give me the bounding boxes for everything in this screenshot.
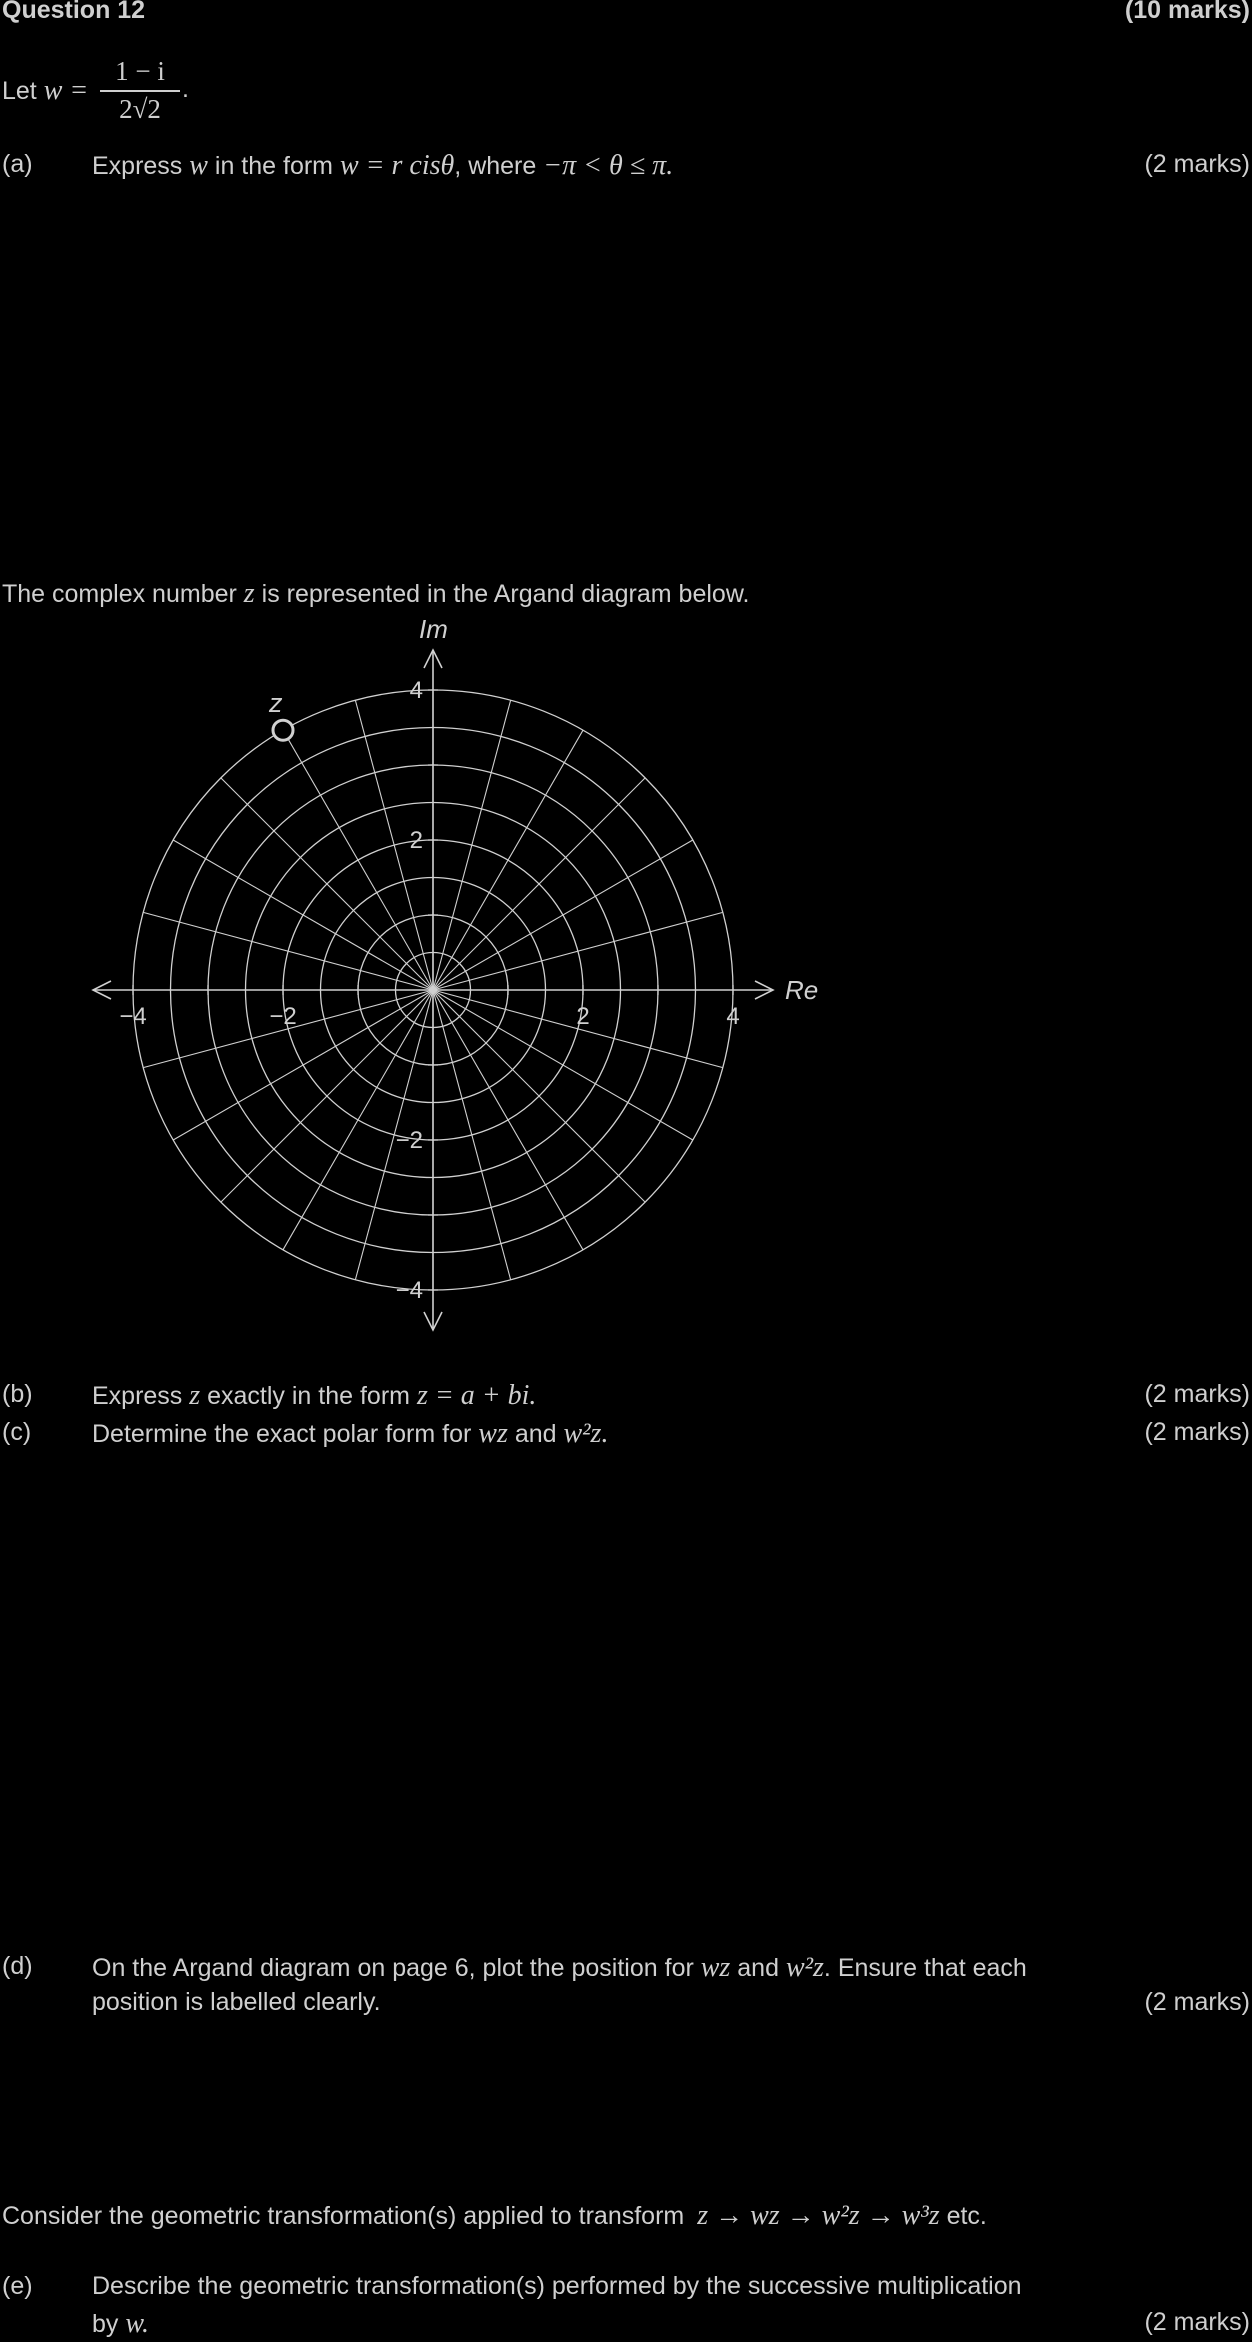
- y-tick-label: −4: [396, 1277, 423, 1304]
- transform-statement: Consider the geometric transformation(s)…: [2, 2200, 987, 2232]
- part-d-t2: and: [737, 1954, 779, 1982]
- grid-ray: [432, 777, 646, 991]
- part-b-v1: z: [189, 1380, 201, 1411]
- point-z-label: z: [268, 688, 283, 718]
- y-tick-label: 4: [410, 677, 423, 704]
- grid-ray: [282, 989, 434, 1251]
- grid-ray: [432, 989, 646, 1203]
- part-b-label: (b): [2, 1380, 33, 1408]
- grid-ray: [432, 989, 694, 1141]
- part-d-label: (d): [2, 1952, 33, 1980]
- y-tick-label: 2: [410, 827, 423, 854]
- part-e-line1: Describe the geometric transformation(s)…: [92, 2272, 1022, 2300]
- let-statement: Let w =: [2, 75, 88, 107]
- fraction-bar: [100, 90, 180, 92]
- part-e-line2: by w.: [92, 2308, 149, 2340]
- part-b-v2: z = a + bi.: [416, 1380, 537, 1411]
- part-b-marks: (2 marks): [1144, 1380, 1250, 1408]
- transform-t1: Consider the geometric transformation(s)…: [2, 2202, 685, 2230]
- real-axis-label: Re: [785, 975, 818, 1005]
- x-tick-label: 4: [726, 1003, 739, 1030]
- part-a-label: (a): [2, 150, 33, 178]
- axes: Re Im: [91, 614, 818, 1332]
- grid-ray: [143, 911, 434, 991]
- transform-t2: etc.: [946, 2202, 987, 2230]
- part-d-marks: (2 marks): [1144, 1988, 1250, 2016]
- part-c-marks: (2 marks): [1144, 1418, 1250, 1446]
- total-marks: (10 marks): [1124, 0, 1250, 24]
- part-a-v3: −π < θ ≤ π.: [543, 150, 674, 181]
- part-d-v2: w²z: [785, 1952, 824, 1983]
- w-variable: w =: [43, 75, 89, 106]
- part-b-text: Express z exactly in the form z = a + bi…: [92, 1380, 536, 1412]
- let-period: .: [182, 75, 189, 103]
- part-c-t2: and: [514, 1420, 557, 1448]
- let-prefix: Let: [2, 77, 37, 105]
- imag-axis-label: Im: [419, 614, 448, 644]
- grid-ray: [282, 729, 434, 991]
- part-a-marks: (2 marks): [1144, 150, 1250, 178]
- part-b-t2: exactly in the form: [207, 1382, 410, 1410]
- part-d-t1: On the Argand diagram on page 6, plot th…: [92, 1954, 694, 1982]
- part-c-t1: Determine the exact polar form for: [92, 1420, 472, 1448]
- part-a-v2: w = r cisθ: [339, 150, 455, 181]
- x-tick-label: 2: [576, 1003, 589, 1030]
- x-tick-label: −4: [119, 1003, 146, 1030]
- part-e-marks: (2 marks): [1144, 2308, 1250, 2336]
- fraction-numerator: 1 − i: [115, 56, 165, 86]
- part-a-t3: , where: [454, 152, 537, 180]
- part-c-v2: w²z.: [563, 1418, 609, 1449]
- point-z: [271, 718, 295, 742]
- part-c-v1: wz: [478, 1418, 508, 1449]
- part-b-t1: Express: [92, 1382, 183, 1410]
- part-a-t2: in the form: [214, 152, 334, 180]
- transform-v1: z → wz → w²z → w³z: [697, 2200, 940, 2231]
- grid-ray: [172, 989, 434, 1141]
- grid-ray: [432, 839, 694, 991]
- y-tick-label: −2: [396, 1127, 423, 1154]
- grid-ray: [172, 839, 434, 991]
- grid-ray: [220, 989, 434, 1203]
- part-a-text: Express w in the form w = r cisθ, where …: [92, 150, 673, 182]
- grid-ray: [432, 700, 512, 991]
- part-e-line2-t: by: [92, 2310, 119, 2338]
- part-c-label: (c): [2, 1418, 32, 1446]
- grid-ray: [432, 989, 512, 1280]
- part-a-v1: w: [189, 150, 208, 181]
- grid-ray: [432, 911, 723, 991]
- part-d-text: On the Argand diagram on page 6, plot th…: [92, 1952, 1027, 1984]
- grid-ray: [432, 989, 584, 1251]
- part-e-label: (e): [2, 2272, 33, 2300]
- plotted-points: z: [268, 688, 295, 742]
- part-d-t3: . Ensure that each: [823, 1954, 1027, 1982]
- part-e-line2-v: w.: [125, 2308, 149, 2339]
- grid-ray: [432, 729, 584, 991]
- w-fraction: 1 − i 2√2: [100, 56, 180, 125]
- part-c-text: Determine the exact polar form for wz an…: [92, 1418, 608, 1450]
- argand-diagram: Re Im −4 −2 2 4 4 2 −2 −4 z: [91, 614, 818, 1332]
- part-d-v1: wz: [700, 1952, 731, 1983]
- question-title: Question 12: [2, 0, 146, 24]
- fraction-denominator: 2√2: [119, 94, 161, 124]
- x-tick-label: −2: [269, 1003, 296, 1030]
- grid-ray: [220, 777, 434, 991]
- part-a-t1: Express: [92, 152, 183, 180]
- part-d-line2: position is labelled clearly.: [92, 1988, 381, 2016]
